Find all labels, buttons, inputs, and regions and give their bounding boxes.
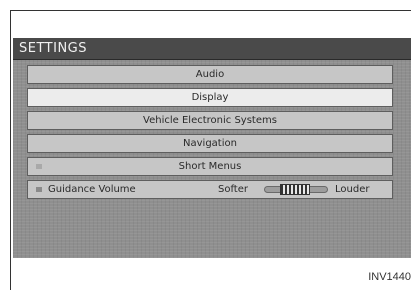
title-bar: SETTINGS bbox=[13, 38, 411, 60]
softer-label: Softer bbox=[218, 184, 248, 195]
menu-item-label: Display bbox=[191, 92, 229, 103]
indicator-light-icon bbox=[36, 187, 42, 192]
menu-item-label: Vehicle Electronic Systems bbox=[143, 115, 277, 126]
menu-item-label: Short Menus bbox=[178, 161, 242, 172]
menu-item-label: Audio bbox=[195, 69, 225, 80]
menu-item-audio[interactable]: Audio bbox=[27, 65, 393, 84]
volume-slider[interactable] bbox=[258, 184, 334, 195]
menu-item-display[interactable]: Display bbox=[27, 88, 393, 107]
menu-item-vehicle-electronic-systems[interactable]: Vehicle Electronic Systems bbox=[27, 111, 393, 130]
menu-item-short-menus[interactable]: Short Menus bbox=[27, 157, 393, 176]
slider-level-icon[interactable] bbox=[280, 184, 310, 195]
menu-item-label: Navigation bbox=[183, 138, 237, 149]
guidance-volume-label: Guidance Volume bbox=[48, 184, 136, 195]
figure-caption: INV1440 bbox=[368, 271, 411, 283]
louder-label: Louder bbox=[335, 184, 370, 195]
settings-screen: SETTINGS Audio Display Vehicle Electroni… bbox=[13, 38, 411, 258]
menu-item-navigation[interactable]: Navigation bbox=[27, 134, 393, 153]
indicator-light-icon bbox=[36, 164, 42, 169]
guidance-volume-row[interactable]: Guidance Volume Softer Louder bbox=[27, 180, 393, 199]
screen-title: SETTINGS bbox=[19, 41, 88, 56]
